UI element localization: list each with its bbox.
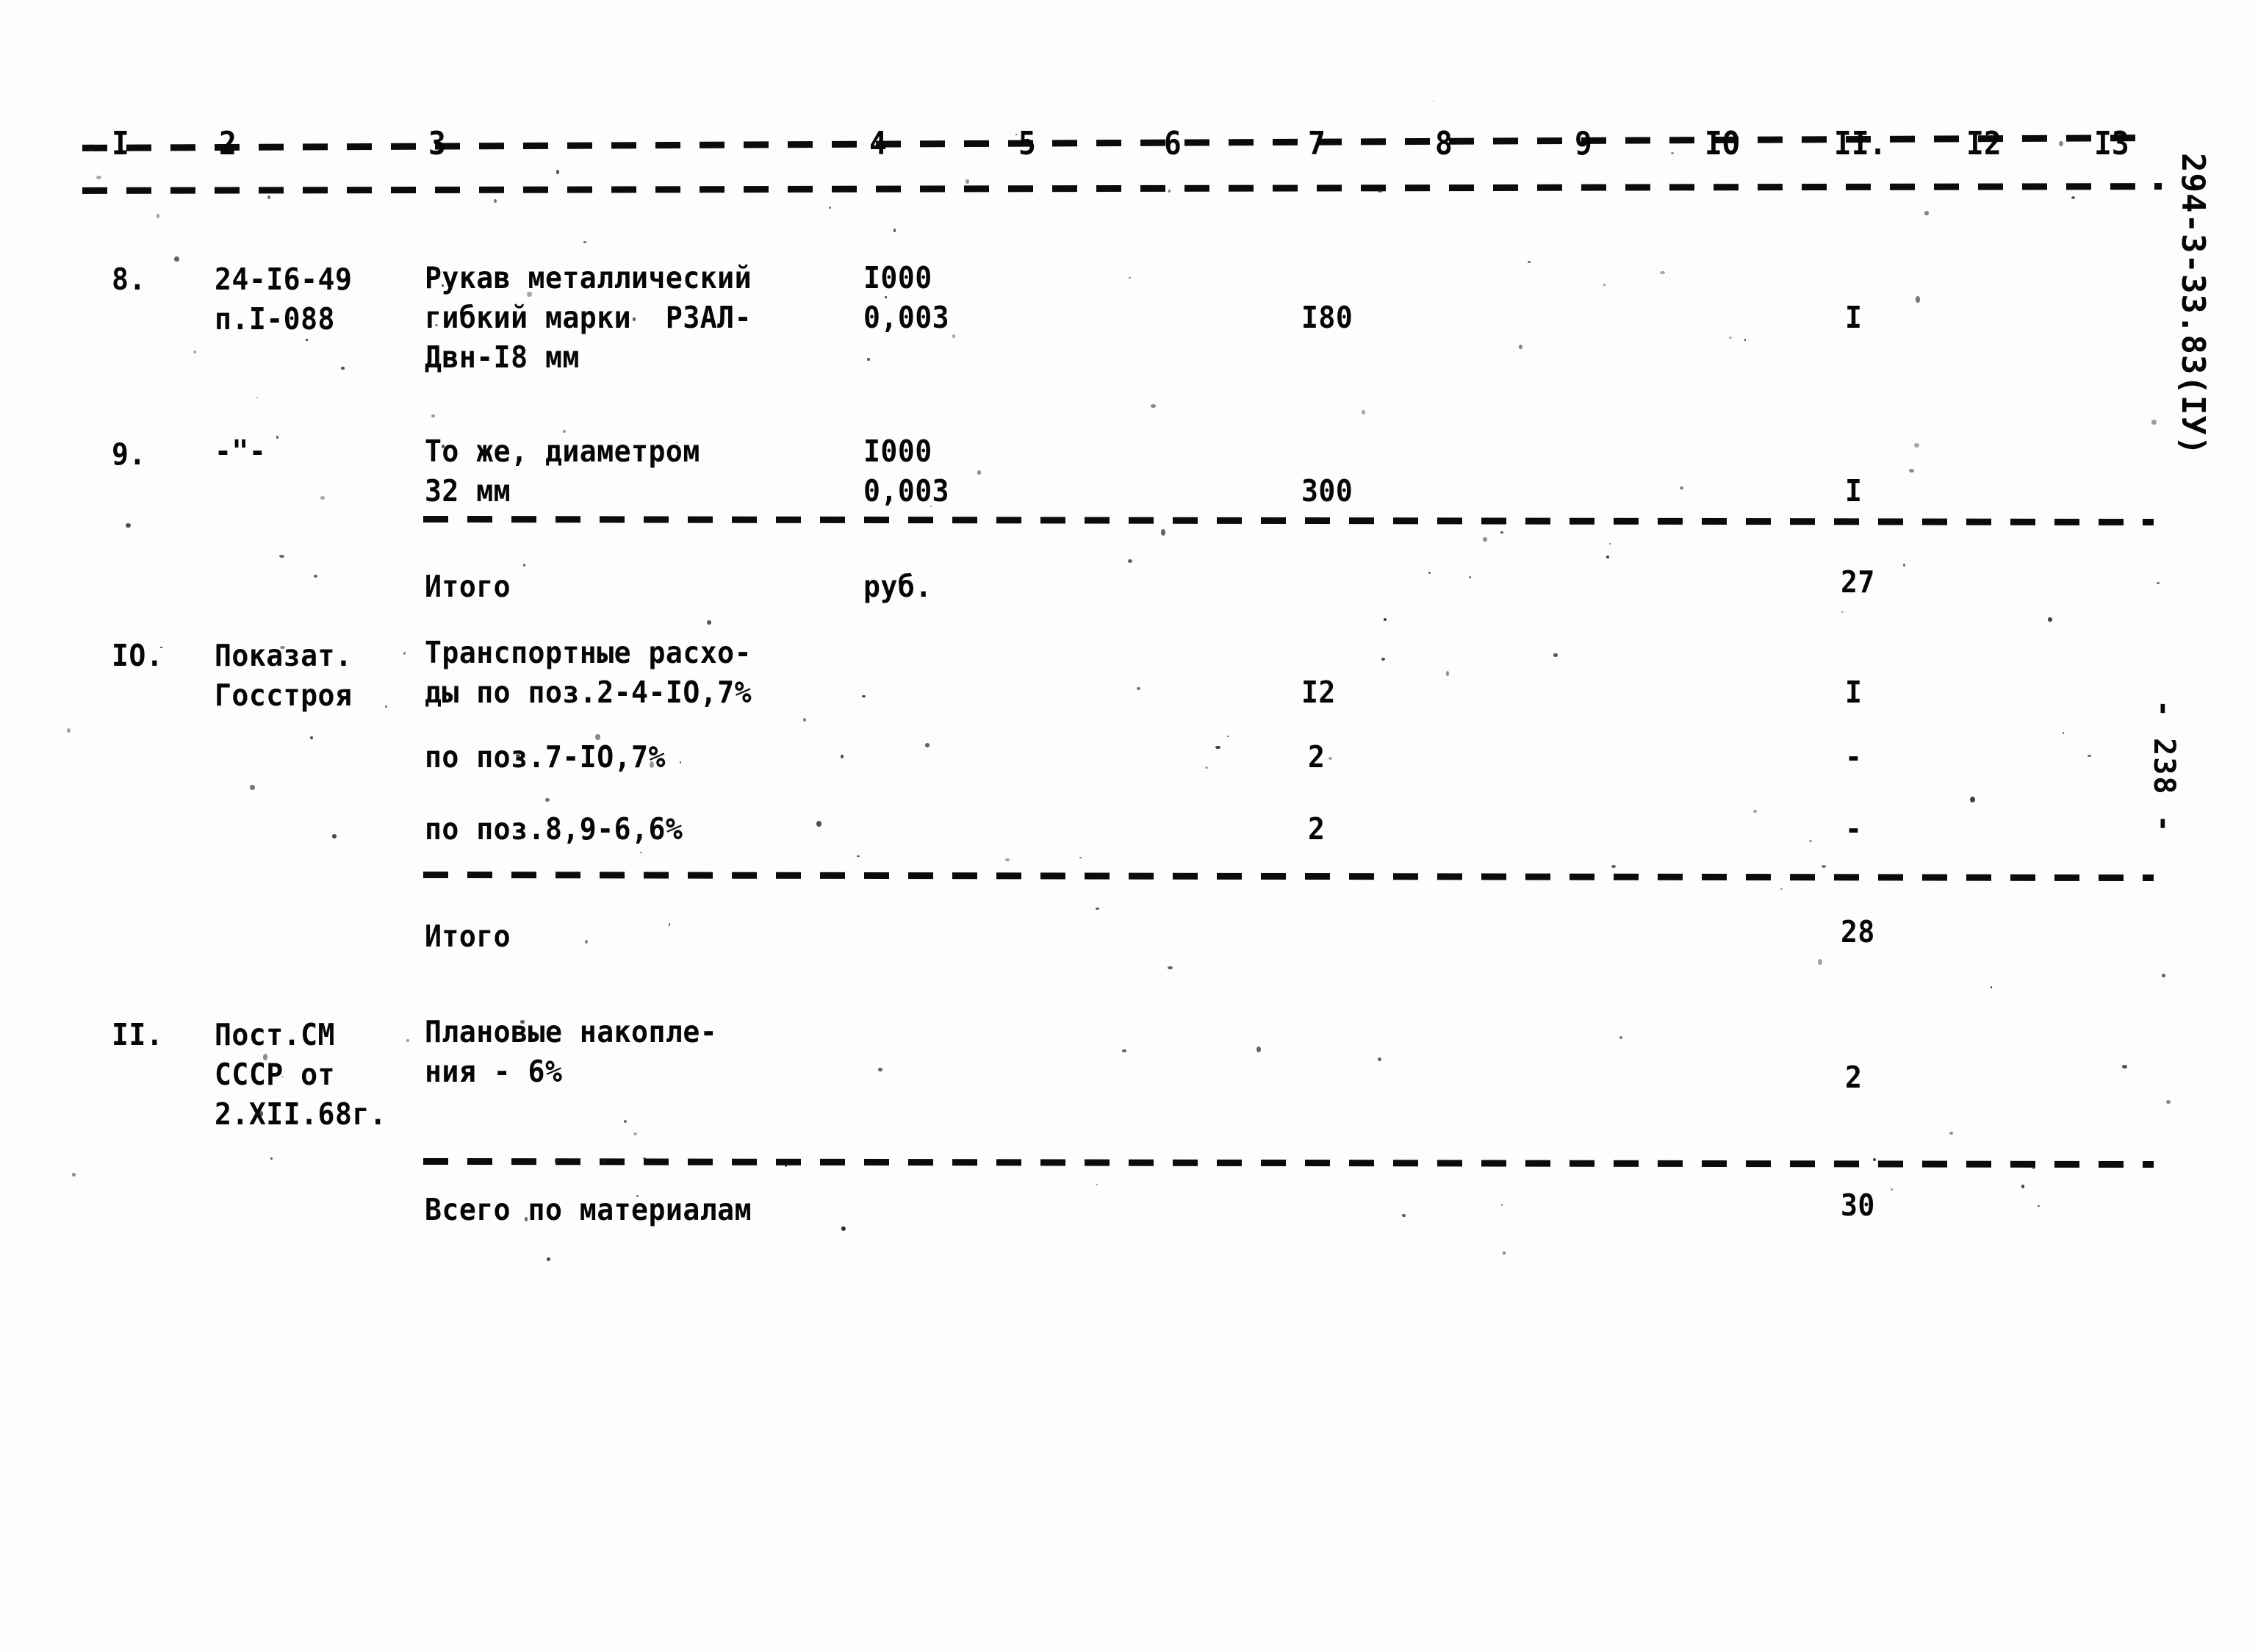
row-9-col11-value: I [1845,473,1863,509]
column-header-11: II. [1834,125,1887,162]
row-10b-desc: по поз.8,9-6,6% [425,811,683,847]
grand-total-value: 30 [1841,1188,1875,1223]
row-8-desc-line-2: гибкий марки РЗАЛ- [425,300,752,335]
row-8-desc-line-3: Двн-I8 мм [425,340,580,375]
row-10-col11-value: I [1845,675,1863,710]
column-header-6: 6 [1164,125,1182,162]
column-header-13: I3 [2094,125,2129,162]
column-header-7: 7 [1308,125,1326,162]
row-10-position: IO. [112,638,164,673]
row-11-col11-value: 2 [1845,1060,1863,1095]
row-10a-desc: по поз.7-IO,7% [425,739,666,775]
row-9-position: 9. [112,437,146,472]
row-10-desc-line-2: ды по поз.2-4-IO,7% [425,675,752,710]
page-number-marker: - 238 - [2147,700,2181,834]
column-header-5: 5 [1018,125,1036,162]
row-10a-col7-value: 2 [1308,739,1326,775]
row-8-code-line-1: 24-I6-49 [215,262,353,297]
row-8-col11-value: I [1845,300,1863,335]
document-side-code: 294-3-33.83(IУ) [2174,153,2212,456]
subtotal-rule-1 [423,515,2154,526]
subtotal-2-value: 28 [1841,914,1875,949]
row-8-desc-line-1: Рукав металлический [425,260,752,295]
column-header-4: 4 [869,125,887,162]
row-11-code-line-3: 2.XII.68г. [215,1096,387,1132]
row-10-code-line-1: Показат. [215,638,353,673]
subtotal-rule-2 [423,871,2154,882]
cost-estimate-table: I 2 3 4 5 6 7 8 9 IO II. I2 I3 8. 24-I6-… [0,0,2258,1652]
row-11-code-line-2: СССР от [215,1057,335,1092]
row-10b-col7-value: 2 [1308,811,1326,847]
row-8-position: 8. [112,262,146,297]
row-10-desc-line-1: Транспортные расхо- [425,635,752,670]
header-bottom-rule [82,183,2162,194]
grand-total-label: Всего по материалам [425,1192,752,1227]
row-11-desc-line-2: ния - 6% [425,1054,563,1089]
row-9-desc-line-1: То же, диаметром [425,434,700,469]
row-11-desc-line-1: Плановые накопле- [425,1014,718,1049]
column-header-12: I2 [1966,125,2002,162]
row-9-code-ditto: -"- [215,434,267,469]
row-9-qty-line-2: 0,003 [863,473,950,509]
row-8-qty-line-1: I000 [863,260,932,295]
row-9-col7-value: 300 [1301,473,1353,509]
column-header-1: I [112,125,129,162]
column-header-3: 3 [428,125,446,162]
column-header-10: IO [1705,125,1740,162]
subtotal-1-value: 27 [1841,564,1875,600]
row-10b-col11-value: - [1845,811,1863,847]
row-10a-col11-value: - [1845,739,1863,775]
row-10-code-line-2: Госстроя [215,678,353,713]
column-header-9: 9 [1575,125,1592,162]
column-header-2: 2 [219,125,237,162]
row-11-code-line-1: Пост.СМ [215,1017,335,1052]
subtotal-1-unit: руб. [863,569,932,604]
subtotal-1-label: Итого [425,569,511,604]
row-8-code-line-2: п.I-088 [215,301,335,337]
row-11-position: II. [112,1017,164,1052]
row-9-qty-line-1: I000 [863,434,932,469]
grand-total-rule [423,1157,2154,1168]
row-9-desc-line-2: 32 мм [425,473,511,509]
subtotal-2-label: Итого [425,919,511,954]
row-8-qty-line-2: 0,003 [863,300,950,335]
column-header-8: 8 [1435,125,1453,162]
row-10-col7-value: I2 [1301,675,1336,710]
row-8-col7-value: I80 [1301,300,1353,335]
